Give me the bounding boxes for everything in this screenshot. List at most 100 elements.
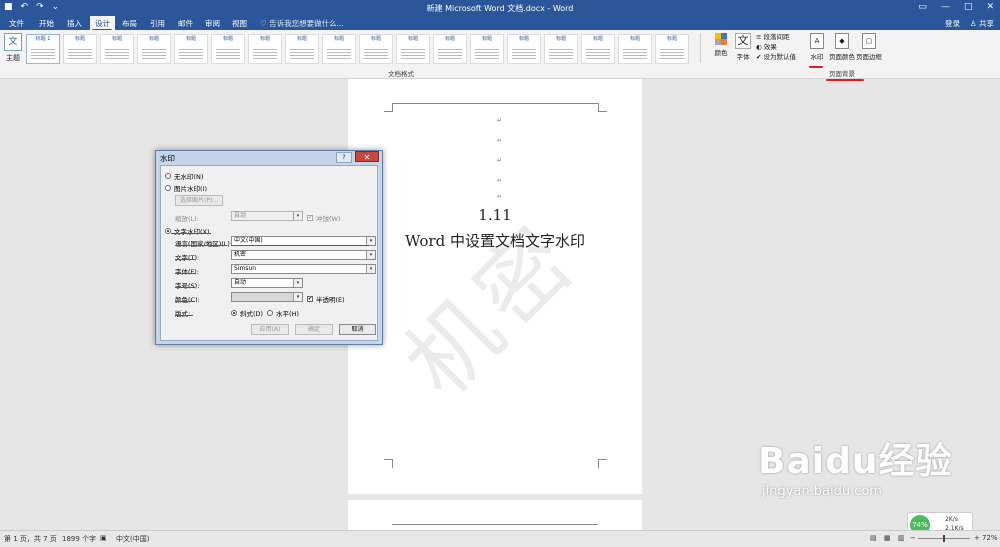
- diagonal-option[interactable]: 斜式(D): [231, 308, 263, 318]
- ribbon-display-icon[interactable]: ▭: [918, 2, 927, 12]
- no-watermark-option[interactable]: 无水印(N): [165, 171, 203, 181]
- style-thumb[interactable]: 标题: [248, 34, 282, 64]
- style-thumb[interactable]: 标题: [359, 34, 393, 64]
- language-status[interactable]: 中文(中国): [116, 534, 149, 544]
- window-title: 新建 Microsoft Word 文档.docx - Word: [426, 4, 574, 13]
- word-count[interactable]: 1899 个字: [62, 534, 96, 544]
- effects-button[interactable]: ◐ 效果: [756, 42, 796, 52]
- checkbox-icon: ✔: [307, 296, 313, 302]
- tab-file[interactable]: 文件: [9, 18, 24, 29]
- format-options: ≡ 段落间距 ◐ 效果 ✔ 设为默认值: [756, 32, 796, 62]
- page-color-button[interactable]: ◆ 页面颜色: [828, 33, 856, 61]
- style-thumb[interactable]: 标题: [507, 34, 541, 64]
- themes-button[interactable]: 文 主题: [3, 33, 23, 63]
- tab-review[interactable]: 审阅: [205, 18, 220, 29]
- print-layout-icon[interactable]: ▦: [884, 534, 891, 542]
- close-button[interactable]: ✕: [986, 2, 994, 12]
- annotation-underline: [175, 245, 227, 246]
- paragraph-mark: ↵: [497, 117, 503, 124]
- proofing-icon[interactable]: ▣: [100, 534, 107, 542]
- set-default-button[interactable]: ✔ 设为默认值: [756, 52, 796, 62]
- zoom-slider[interactable]: [918, 535, 970, 542]
- washout-checkbox[interactable]: ✔ 冲蚀(W): [307, 213, 341, 223]
- dialog-title: 水印: [160, 154, 175, 163]
- style-thumb[interactable]: 标题: [211, 34, 245, 64]
- select-picture-button[interactable]: 选择图片(P)...: [175, 195, 223, 206]
- style-thumb[interactable]: 标题: [174, 34, 208, 64]
- tab-view[interactable]: 视图: [232, 18, 247, 29]
- style-thumb[interactable]: 标题: [137, 34, 171, 64]
- tab-layout[interactable]: 布局: [122, 18, 137, 29]
- dialog-body: 无水印(N) 图片水印(I) 选择图片(P)... 缩放(L): 自动 ▾ ✔ 冲…: [160, 165, 378, 341]
- style-thumb[interactable]: 标题: [285, 34, 319, 64]
- share-button[interactable]: ♙ 共享: [970, 18, 994, 29]
- chevron-down-icon: ▾: [366, 237, 375, 245]
- size-select[interactable]: 自动 ▾: [231, 278, 303, 288]
- horizontal-option[interactable]: 水平(H): [267, 308, 299, 318]
- style-thumb[interactable]: 标题: [396, 34, 430, 64]
- tab-references[interactable]: 引用: [150, 18, 165, 29]
- themes-label: 主题: [6, 54, 20, 62]
- document-page[interactable]: ↵ ↵ ↵ ↵ ↵ 机密 1.11 Word 中设置文档文字水印: [348, 79, 642, 494]
- picture-watermark-option[interactable]: 图片水印(I): [165, 183, 207, 193]
- scale-select[interactable]: 自动 ▾: [231, 211, 303, 221]
- tab-home[interactable]: 开始: [39, 18, 54, 29]
- style-thumb[interactable]: 标题: [100, 34, 134, 64]
- style-thumb[interactable]: 标题: [322, 34, 356, 64]
- fonts-button[interactable]: 文 字体: [734, 33, 752, 61]
- text-label: 文字(T):: [175, 254, 200, 262]
- tab-mailings[interactable]: 邮件: [178, 18, 193, 29]
- style-thumb[interactable]: 标题: [470, 34, 504, 64]
- gallery-scroll[interactable]: [700, 33, 709, 63]
- page-count[interactable]: 第 1 页，共 7 页: [4, 534, 57, 544]
- style-thumb[interactable]: 标题 1: [26, 34, 60, 64]
- font-select[interactable]: Simsun ▾: [231, 264, 376, 274]
- help-button[interactable]: ?: [336, 152, 352, 163]
- zoom-out-icon[interactable]: −: [910, 534, 916, 542]
- semitransparent-checkbox[interactable]: ✔ 半透明(E): [307, 294, 345, 304]
- cancel-button[interactable]: 取消: [339, 324, 376, 335]
- zoom-in-icon[interactable]: +: [974, 534, 980, 542]
- style-thumb[interactable]: 标题: [433, 34, 467, 64]
- style-thumb[interactable]: 标题: [544, 34, 578, 64]
- page-color-label: 页面颜色: [829, 53, 855, 61]
- chevron-down-icon: ▾: [293, 279, 302, 287]
- text-watermark-option[interactable]: 文字水印(X): [165, 226, 210, 236]
- dialog-close-button[interactable]: ✕: [355, 151, 379, 162]
- color-select[interactable]: ▾: [231, 292, 303, 302]
- colors-label: 颜色: [714, 49, 728, 57]
- read-mode-icon[interactable]: ▤: [870, 534, 877, 542]
- style-thumb[interactable]: 标题: [655, 34, 689, 64]
- page-color-icon: ◆: [835, 33, 849, 49]
- annotation-underline: [175, 301, 195, 302]
- web-layout-icon[interactable]: ▥: [898, 534, 905, 542]
- maximize-button[interactable]: □: [964, 2, 973, 12]
- zoom-level[interactable]: 72%: [982, 534, 998, 542]
- page-borders-label: 页面边框: [856, 53, 882, 61]
- page-borders-button[interactable]: ▢ 页面边框: [855, 33, 883, 61]
- upload-speed: 2K/s: [945, 516, 958, 523]
- style-thumb[interactable]: 标题: [63, 34, 97, 64]
- style-thumb[interactable]: 标题: [581, 34, 615, 64]
- tab-design[interactable]: 设计: [90, 16, 115, 30]
- chevron-down-icon: ▾: [293, 293, 302, 301]
- apply-button[interactable]: 应用(A): [251, 324, 289, 335]
- tab-insert[interactable]: 插入: [67, 18, 82, 29]
- annotation-underline: [175, 287, 195, 288]
- colors-button[interactable]: 颜色: [712, 33, 730, 57]
- margin-corner: [598, 459, 607, 468]
- text-combobox[interactable]: 机密 ▾: [231, 250, 376, 260]
- paragraph-spacing-button[interactable]: ≡ 段落间距: [756, 32, 796, 42]
- tell-me-box[interactable]: ♡ 告诉我您想要做什么...: [260, 18, 344, 29]
- baidu-url: jingyan.baidu.com: [762, 484, 882, 499]
- style-thumb[interactable]: 标题: [618, 34, 652, 64]
- minimize-button[interactable]: —: [941, 2, 950, 12]
- login-link[interactable]: 登录: [945, 18, 960, 29]
- watermark-button[interactable]: A 水印: [804, 33, 830, 61]
- ok-button[interactable]: 确定: [295, 324, 333, 335]
- paragraph-mark: ↵: [497, 137, 503, 144]
- chevron-down-icon: ▾: [366, 251, 375, 259]
- annotation-underline: [175, 259, 195, 260]
- colors-icon: [715, 33, 727, 45]
- radio-icon: [165, 185, 171, 191]
